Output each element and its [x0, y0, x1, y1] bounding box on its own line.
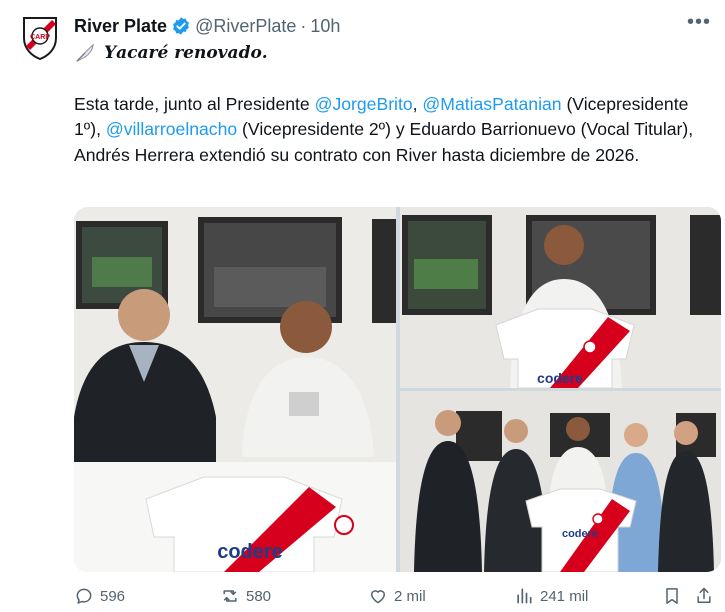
like-button[interactable]: 2 mil	[368, 586, 426, 606]
tweet-header: River Plate @RiverPlate · 10h	[74, 14, 340, 38]
reply-icon	[76, 588, 92, 604]
group-photo-image: codere	[400, 391, 721, 572]
bookmark-button[interactable]	[662, 586, 682, 606]
retweet-icon	[223, 590, 237, 602]
more-options-icon[interactable]: •••	[687, 12, 711, 32]
signing-photo-image: codere	[74, 207, 396, 572]
tweet-photo-group[interactable]: codere	[400, 391, 721, 572]
tweet-headline-line: 𝒀𝒂𝒄𝒂𝒓𝒆́ 𝒓𝒆𝒏𝒐𝒗𝒂𝒅𝒐.	[74, 42, 268, 64]
verified-badge-icon	[173, 17, 189, 35]
like-count: 2 mil	[394, 587, 426, 605]
tweet-text: Esta tarde, junto al Presidente @JorgeBr…	[74, 92, 714, 168]
tweet[interactable]: CARP River Plate @RiverPlate · 10h ••• 𝒀…	[0, 0, 725, 612]
share-button[interactable]	[694, 586, 714, 606]
jersey-sponsor: codere	[562, 528, 598, 540]
svg-text:CARP: CARP	[30, 34, 50, 41]
text-segment: ,	[412, 94, 423, 114]
author-handle[interactable]: @RiverPlate	[195, 16, 296, 37]
timestamp[interactable]: 10h	[310, 16, 340, 37]
jersey-sponsor: codere	[217, 541, 283, 563]
mention-matiaspatanian[interactable]: @MatiasPatanian	[422, 94, 561, 114]
tweet-actions-bar: 596 580 2 mil 241 mil	[74, 586, 714, 612]
mention-jorgebrito[interactable]: @JorgeBrito	[315, 94, 413, 114]
retweet-button[interactable]: 580	[220, 586, 271, 606]
reply-button[interactable]: 596	[74, 586, 125, 606]
author-name[interactable]: River Plate	[74, 16, 167, 37]
player-jersey-photo-image: codere	[400, 207, 721, 388]
tweet-photo-player-jersey[interactable]: codere	[400, 207, 721, 388]
views-button[interactable]: 241 mil	[514, 586, 588, 606]
quill-icon	[76, 43, 94, 62]
view-count: 241 mil	[540, 587, 589, 605]
separator-dot: ·	[300, 15, 307, 36]
tweet-photo-signing[interactable]: codere	[74, 207, 396, 572]
jersey-sponsor: codere	[537, 370, 583, 386]
text-segment: Esta tarde, junto al Presidente	[74, 94, 315, 114]
share-icon	[697, 587, 711, 603]
views-chart-icon	[517, 588, 532, 604]
reply-count: 596	[100, 587, 126, 605]
heart-icon	[371, 590, 385, 604]
river-plate-crest-icon: CARP	[23, 17, 57, 61]
tweet-headline: 𝒀𝒂𝒄𝒂𝒓𝒆́ 𝒓𝒆𝒏𝒐𝒗𝒂𝒅𝒐.	[104, 43, 268, 63]
tweet-media-grid: codere codere codere	[74, 207, 721, 572]
bookmark-icon	[666, 588, 678, 604]
retweet-count: 580	[246, 587, 272, 605]
avatar[interactable]: CARP	[22, 16, 58, 61]
mention-villarroelnacho[interactable]: @villarroelnacho	[106, 119, 237, 139]
